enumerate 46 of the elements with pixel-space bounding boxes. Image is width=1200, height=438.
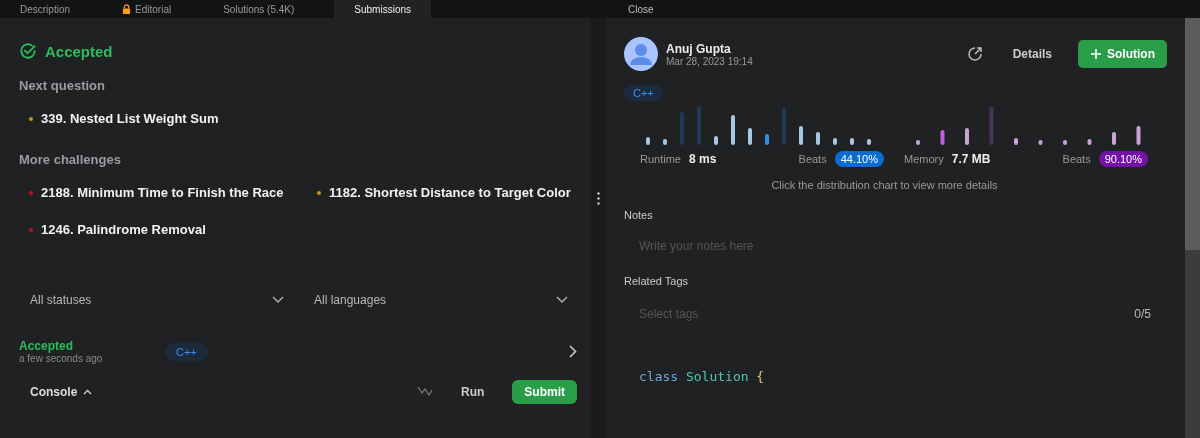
filter-dropdown[interactable]: All statuses (30, 289, 284, 311)
console-toggle[interactable]: Console (30, 385, 78, 399)
stat-value: 7.7 MB (951, 152, 991, 166)
chart-icon[interactable] (417, 386, 433, 398)
question-link[interactable]: 1182. Shortest Distance to Target Color (329, 185, 571, 200)
stat-value: 8 ms (688, 152, 717, 166)
result-status: Accepted (45, 42, 113, 60)
stat-label: Runtime (640, 153, 681, 165)
author-name[interactable]: Anuj Gupta (666, 41, 753, 56)
chevron-down-icon (556, 296, 568, 304)
language-tag: C++ (165, 342, 208, 361)
filter-dropdown[interactable]: All languages (314, 289, 568, 311)
plus-icon (1090, 48, 1102, 60)
panel-tab[interactable]: Submissions (334, 0, 432, 18)
chart-hint: Click the distribution chart to view more details (770, 179, 999, 191)
panel-tab[interactable]: Solutions (5.4K) (211, 0, 335, 18)
caret-up-icon (83, 389, 93, 395)
stat-label: Beats (798, 153, 827, 165)
panel-tab[interactable]: Editorial (110, 0, 212, 18)
drag-handle-icon[interactable] (597, 191, 600, 205)
avatar-icon (624, 37, 658, 71)
panel-tab[interactable]: Description (8, 0, 111, 18)
submission-status[interactable]: Accepted (19, 339, 165, 353)
share-icon[interactable] (966, 46, 983, 62)
scrollbar-thumb[interactable] (1185, 18, 1200, 250)
notes-label: Notes (624, 209, 654, 221)
check-circle-icon (19, 42, 37, 60)
chevron-down-icon (272, 296, 284, 304)
submission-time: a few seconds ago (19, 353, 104, 364)
section-heading: Next question (19, 78, 106, 93)
question-link[interactable]: 339. Nested List Weight Sum (41, 111, 219, 126)
tags-label: Related Tags (624, 275, 689, 287)
question-link[interactable]: 1246. Palindrome Removal (41, 222, 206, 237)
console-button[interactable]: Run (455, 381, 491, 403)
close-button[interactable]: Close (628, 3, 654, 15)
code-line: class Solution { (639, 369, 766, 384)
beats-badge: 44.10% (834, 151, 884, 167)
stat-label: Beats (1062, 153, 1091, 165)
details-button[interactable]: Details (1012, 47, 1052, 61)
language-tag: C++ (624, 85, 663, 101)
section-heading: More challenges (19, 152, 122, 167)
submission-date: Mar 28, 2023 19:14 (666, 55, 753, 67)
beats-badge: 90.10% (1098, 151, 1148, 167)
stat-label: Memory (904, 153, 944, 165)
chevron-right-icon[interactable] (569, 345, 577, 358)
question-link[interactable]: 2188. Minimum Time to Finish the Race (41, 185, 284, 200)
